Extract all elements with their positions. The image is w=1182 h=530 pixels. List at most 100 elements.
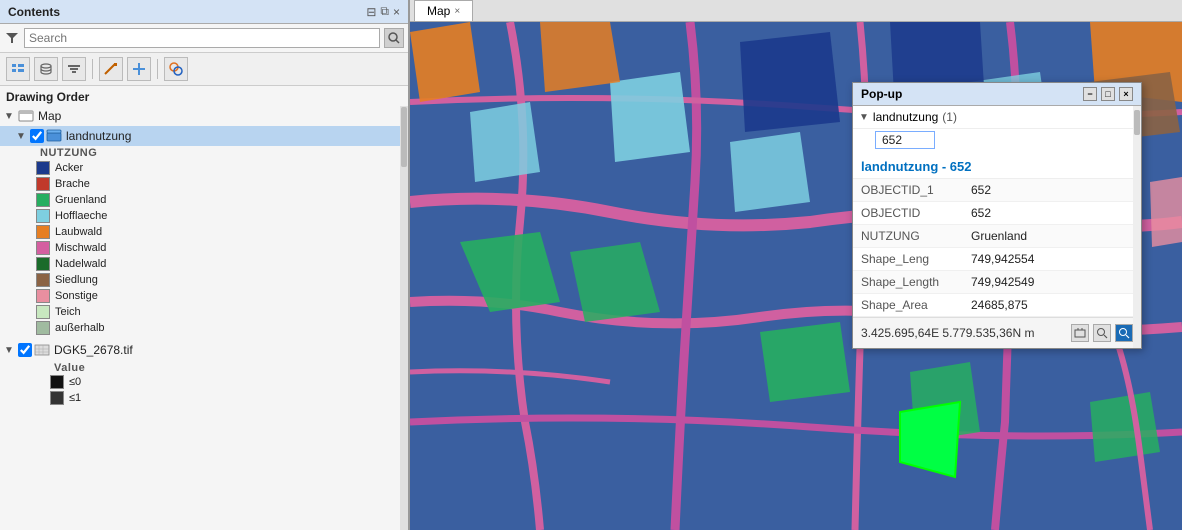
tree-scroll-thumb[interactable] [401, 107, 407, 167]
popup-attr-row: OBJECTID652 [853, 202, 1141, 225]
layer-tree: ▼ Map ▼ landn [0, 106, 408, 530]
legend-color-swatch [36, 225, 50, 239]
legend-color-swatch [36, 305, 50, 319]
popup-scroll-thumb[interactable] [1134, 110, 1140, 135]
legend-items: AckerBracheGruenlandHofflaecheLaubwaldMi… [36, 160, 408, 336]
analysis-button[interactable] [164, 57, 188, 81]
search-bar [0, 24, 408, 53]
legend-item-label: Teich [55, 306, 81, 318]
map-tab[interactable]: Map × [414, 0, 473, 21]
list-view-button[interactable] [6, 57, 30, 81]
dgk-item-label: ≤0 [69, 376, 81, 388]
map-tab-label: Map [427, 4, 450, 18]
popup-attr-row: Shape_Leng749,942554 [853, 248, 1141, 271]
drawing-order-label: Drawing Order [0, 86, 408, 106]
popup-body: ▼ landnutzung (1) landnutzung - 652 OBJE… [853, 106, 1141, 348]
popup-minimize-button[interactable]: − [1083, 87, 1097, 101]
legend-item-label: Brache [55, 178, 90, 190]
popup-attr-row: OBJECTID_1652 [853, 179, 1141, 202]
popup-attr-value: 24685,875 [971, 298, 1028, 312]
float-icon[interactable]: ⧉ [380, 4, 389, 19]
popup-export-icon[interactable] [1071, 324, 1089, 342]
map-label: Map [38, 109, 61, 123]
popup-layer-row: ▼ landnutzung (1) [853, 106, 1141, 129]
legend-item: Mischwald [36, 240, 408, 256]
dgk-color-swatch [50, 375, 64, 389]
toolbar-separator-1 [92, 59, 93, 79]
filter-icon[interactable] [4, 30, 20, 46]
tree-item-map[interactable]: ▼ Map [0, 106, 408, 126]
popup-attr-value: Gruenland [971, 229, 1027, 243]
legend-item: Brache [36, 176, 408, 192]
landnutzung-checkbox[interactable] [30, 129, 44, 143]
legend-item: Hofflaeche [36, 208, 408, 224]
dgk-color-swatch [50, 391, 64, 405]
legend-color-swatch [36, 273, 50, 287]
popup-attr-rows: OBJECTID_1652OBJECTID652NUTZUNGGruenland… [853, 179, 1141, 317]
popup-restore-button[interactable]: □ [1101, 87, 1115, 101]
map-canvas[interactable]: Pop-up − □ × ▼ landnutzung (1) [410, 22, 1182, 530]
landnutzung-label: landnutzung [66, 129, 131, 143]
legend-item: Acker [36, 160, 408, 176]
close-panel-button[interactable]: × [393, 5, 400, 19]
popup-expand-icon[interactable]: ▼ [859, 112, 869, 123]
popup-attr-value: 749,942554 [971, 252, 1034, 266]
database-icon-button[interactable] [34, 57, 58, 81]
map-panel: Map × [410, 0, 1182, 530]
popup-layer-count: (1) [942, 110, 957, 124]
popup-attr-key: OBJECTID [861, 206, 971, 220]
draw-button[interactable] [99, 57, 123, 81]
legend-header: NUTZUNG [36, 146, 408, 160]
panel-header: Contents ⊟ ⧉ × [0, 0, 408, 24]
dgk-value-label: Value ≤0≤1 [0, 360, 408, 406]
popup-attr-row: Shape_Area24685,875 [853, 294, 1141, 317]
add-layer-button[interactable] [127, 57, 151, 81]
popup-attr-value: 652 [971, 206, 991, 220]
legend-item: Siedlung [36, 272, 408, 288]
popup-close-button[interactable]: × [1119, 87, 1133, 101]
popup-header: Pop-up − □ × [853, 83, 1141, 106]
legend-color-swatch [36, 241, 50, 255]
tree-item-landnutzung[interactable]: ▼ landnutzung [0, 126, 408, 146]
layer-toolbar [0, 53, 408, 86]
legend-section: NUTZUNG AckerBracheGruenlandHofflaecheLa… [0, 146, 408, 336]
legend-item-label: Siedlung [55, 274, 98, 286]
popup-attr-value: 652 [971, 183, 991, 197]
popup-feature-link[interactable]: landnutzung - 652 [853, 155, 1141, 179]
popup-zoom-icon[interactable] [1093, 324, 1111, 342]
landnutzung-expand-icon[interactable]: ▼ [16, 131, 30, 142]
search-button[interactable] [384, 28, 404, 48]
legend-item-label: Acker [55, 162, 83, 174]
popup-id-input[interactable] [875, 131, 935, 149]
layer-icon [46, 128, 62, 144]
legend-item-label: Gruenland [55, 194, 106, 206]
filter-layers-button[interactable] [62, 57, 86, 81]
legend-item: Teich [36, 304, 408, 320]
dgk-expand-icon[interactable]: ▼ [4, 345, 18, 356]
search-input[interactable] [24, 28, 380, 48]
panel-header-controls: ⊟ ⧉ × [366, 4, 400, 19]
panel-title: Contents [8, 5, 60, 19]
legend-color-swatch [36, 193, 50, 207]
map-expand-icon[interactable]: ▼ [4, 111, 18, 122]
map-tab-close-button[interactable]: × [454, 6, 460, 17]
legend-item-label: Hofflaeche [55, 210, 107, 222]
popup-attr-value: 749,942549 [971, 275, 1034, 289]
popup-coords: 3.425.695,64E 5.779.535,36N m [861, 326, 1034, 340]
legend-item-label: Sonstige [55, 290, 98, 302]
popup-scrollbar[interactable] [1133, 106, 1141, 348]
legend-item: außerhalb [36, 320, 408, 336]
dgk-checkbox[interactable] [18, 343, 32, 357]
legend-item-label: außerhalb [55, 322, 105, 334]
popup-window: Pop-up − □ × ▼ landnutzung (1) [852, 82, 1142, 349]
popup-search-icon[interactable] [1115, 324, 1133, 342]
tree-item-dgk[interactable]: ▼ DGK5_2678.tif [0, 340, 408, 360]
legend-item-label: Mischwald [55, 242, 106, 254]
pin-icon[interactable]: ⊟ [366, 5, 376, 19]
tree-scrollbar[interactable] [400, 106, 408, 530]
legend-color-swatch [36, 257, 50, 271]
popup-layer-name: landnutzung [873, 110, 938, 124]
legend-item: Gruenland [36, 192, 408, 208]
legend-color-swatch [36, 177, 50, 191]
map-tab-bar: Map × [410, 0, 1182, 22]
